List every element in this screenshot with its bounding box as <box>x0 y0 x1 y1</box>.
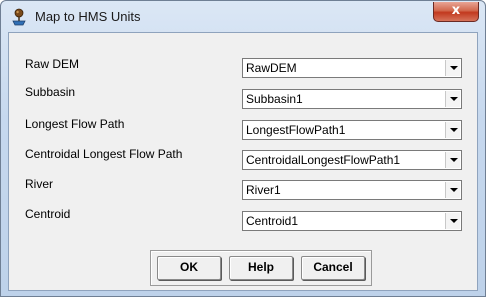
river-value: River1 <box>246 183 281 197</box>
centroid-value: Centroid1 <box>246 214 299 228</box>
raw-dem-label: Raw DEM <box>25 57 80 71</box>
hms-app-icon <box>11 8 27 26</box>
chevron-down-icon[interactable] <box>445 152 460 168</box>
cancel-button[interactable]: Cancel <box>301 256 365 280</box>
title-bar[interactable]: Map to HMS Units x <box>1 1 485 32</box>
close-button[interactable]: x <box>433 2 479 22</box>
subbasin-label: Subbasin <box>25 85 76 99</box>
button-group: OK Help Cancel <box>150 250 372 286</box>
chevron-down-icon[interactable] <box>445 213 460 229</box>
river-label: River <box>25 177 54 191</box>
chevron-down-icon[interactable] <box>445 122 460 138</box>
help-button[interactable]: Help <box>229 256 293 280</box>
raw-dem-select[interactable]: RawDEM <box>242 58 462 78</box>
chevron-down-icon[interactable] <box>445 60 460 76</box>
longest-flow-path-select[interactable]: LongestFlowPath1 <box>242 120 462 140</box>
subbasin-select[interactable]: Subbasin1 <box>242 89 462 109</box>
centroidal-longest-flow-path-select[interactable]: CentroidalLongestFlowPath1 <box>242 150 462 170</box>
longest-flow-path-value: LongestFlowPath1 <box>246 123 346 137</box>
centroidal-longest-flow-path-value: CentroidalLongestFlowPath1 <box>246 153 401 167</box>
ok-button[interactable]: OK <box>157 256 221 280</box>
centroid-label: Centroid <box>25 207 71 221</box>
longest-flow-path-label: Longest Flow Path <box>25 117 125 131</box>
chevron-down-icon[interactable] <box>445 91 460 107</box>
raw-dem-value: RawDEM <box>246 61 297 75</box>
subbasin-value: Subbasin1 <box>246 92 303 106</box>
dialog-window: Map to HMS Units x Raw DEM RawDEM Subbas… <box>0 0 486 297</box>
river-select[interactable]: River1 <box>242 180 462 200</box>
chevron-down-icon[interactable] <box>445 182 460 198</box>
centroid-select[interactable]: Centroid1 <box>242 211 462 231</box>
centroidal-longest-flow-path-label: Centroidal Longest Flow Path <box>25 147 183 161</box>
window-title: Map to HMS Units <box>35 9 141 24</box>
dialog-body: Raw DEM RawDEM Subbasin Subbasin1 Longes… <box>8 32 478 291</box>
close-icon: x <box>451 3 461 18</box>
